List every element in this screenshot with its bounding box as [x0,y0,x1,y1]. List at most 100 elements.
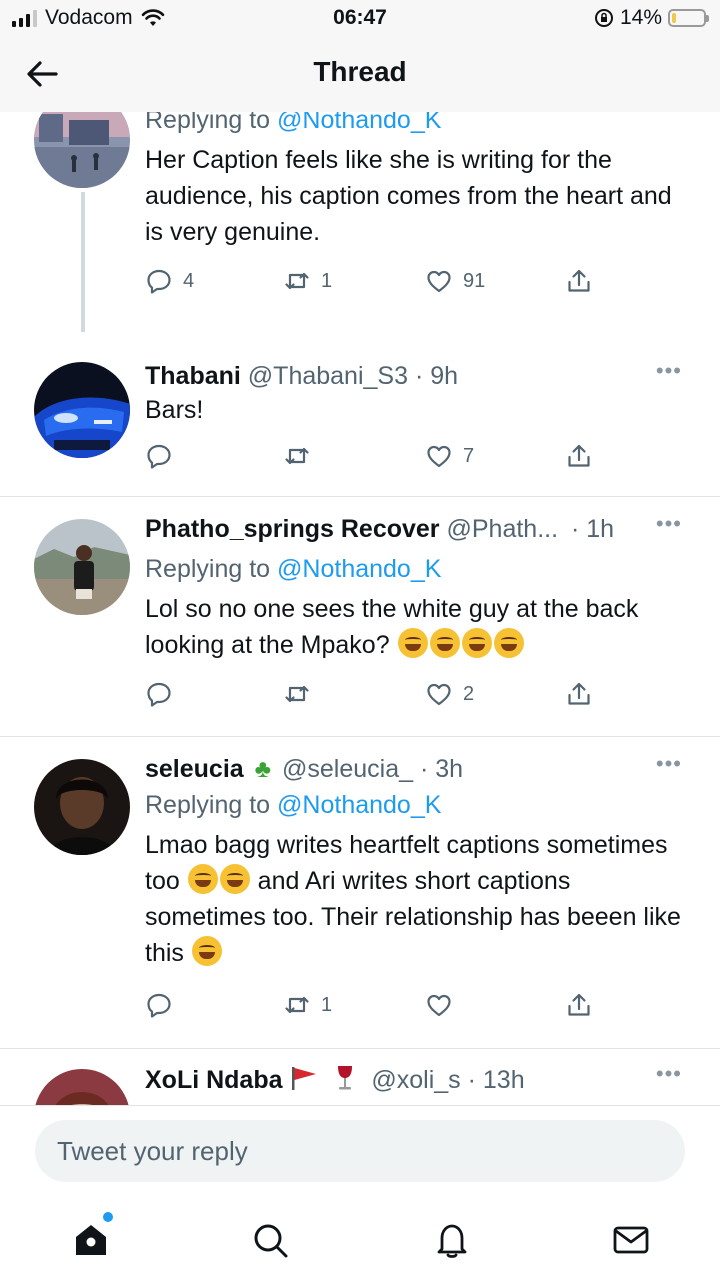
handle-time: @seleucia_ · 3h [282,755,464,783]
handle: @Phath... [446,515,559,543]
retweet-count: 1 [321,269,333,292]
like-count: 91 [463,269,486,292]
reply-bar [0,1105,720,1280]
share-button[interactable] [565,680,593,708]
like-button[interactable]: 91 [425,267,485,295]
retweet-count: 1 [321,993,333,1016]
display-name[interactable]: seleucia [145,755,244,783]
like-count: 7 [463,444,475,467]
retweet-button[interactable] [283,680,311,708]
notification-dot [103,1212,113,1222]
share-button[interactable] [565,267,593,295]
replying-to: Replying to @Nothando_K [145,112,682,138]
home-tab[interactable] [71,1212,113,1260]
reply-button[interactable] [145,680,173,708]
handle-time: @Thabani_S3 · 9h [247,362,459,390]
retweet-icon [285,996,309,1014]
more-options-button[interactable]: ••• [656,358,682,384]
battery-icon [668,9,709,27]
share-button[interactable] [565,442,593,470]
like-button[interactable]: 2 [425,680,474,708]
replying-to: Replying to @Nothando_K [145,791,442,819]
retweet-icon [285,447,309,465]
mention-link[interactable]: @Nothando_K [277,791,441,819]
tweet-text: Lmao bagg writes heartfelt captions some… [145,831,681,967]
reply-count: 4 [183,269,195,292]
retweet-button[interactable] [283,442,311,470]
tab-bar [0,1206,720,1276]
more-options-button[interactable]: ••• [656,1061,682,1087]
orientation-lock-icon [594,9,613,27]
heart-icon [427,994,451,1017]
display-name[interactable]: XoLi Ndaba [145,1066,283,1094]
avatar[interactable] [34,362,130,458]
tweet[interactable]: XoLi Ndaba @xoli_s · 13h ••• [0,1048,720,1105]
reply-icon [147,993,171,1018]
more-options-button[interactable]: ••• [656,751,682,777]
tweet-actions: 1 [145,991,595,1025]
tweet-actions: 2 [145,680,595,714]
tweet[interactable]: Replying to @Nothando_K Her Caption feel… [0,112,720,332]
wine-glass-emoji [338,1066,353,1090]
rofl-emoji [461,628,492,658]
mention-link[interactable]: @Nothando_K [277,555,441,583]
thread-header: Thread [0,36,720,112]
joy-emoji [187,864,218,894]
tweet[interactable]: seleucia ♣ @seleucia_ · 3h Replying to @… [0,736,720,1048]
share-icon [568,682,590,705]
reply-button[interactable] [145,991,173,1019]
reply-icon [147,682,171,707]
heart-icon [427,270,451,293]
retweet-icon [285,272,309,290]
reply-button[interactable] [145,442,173,470]
home-icon [76,1225,106,1255]
rofl-emoji [429,628,460,658]
share-button[interactable] [565,991,593,1019]
messages-tab[interactable] [611,1220,651,1260]
tweet-text: Her Caption feels like she is writing fo… [145,146,672,246]
more-options-button[interactable]: ••• [656,511,682,537]
like-count: 2 [463,682,475,705]
heart-icon [427,683,451,706]
shamrock-emoji: ♣ [254,755,272,783]
tweet-text: Lol so no one sees the white guy at the … [145,595,639,659]
like-button[interactable]: 7 [425,442,474,470]
search-tab[interactable] [250,1220,290,1260]
flag-emoji [292,1067,317,1090]
display-name[interactable]: Thabani [145,362,241,390]
mention-link[interactable]: @Nothando_K [277,112,441,134]
status-bar: Vodacom 06:47 14% [0,0,720,36]
heart-icon [427,445,451,468]
tweet[interactable]: Thabani @Thabani_S3 · 9h Bars! ••• 7 [0,350,720,496]
avatar[interactable] [34,1069,130,1105]
avatar[interactable] [34,519,130,615]
share-icon [568,444,590,467]
share-icon [568,269,590,292]
timestamp: · 1h [571,515,615,543]
bell-icon [437,1224,467,1258]
battery-percent: 14% [619,6,662,29]
replying-to: Replying to @Nothando_K [145,555,442,583]
retweet-button[interactable]: 1 [283,991,332,1019]
tweet-actions: 7 [145,442,595,476]
retweet-button[interactable]: 1 [283,267,332,295]
reply-icon [147,269,171,294]
retweet-icon [285,685,309,703]
joy-emoji [219,864,250,894]
avatar[interactable] [34,759,130,855]
rofl-emoji [397,628,428,658]
display-name[interactable]: Phatho_springs Recover [145,515,440,543]
reply-input[interactable] [35,1120,685,1182]
share-icon [568,993,590,1016]
notifications-tab[interactable] [432,1220,472,1260]
rofl-emoji [493,628,524,658]
search-icon [254,1224,288,1258]
like-button[interactable] [425,991,453,1019]
tweet-text: Bars! [145,396,204,424]
reply-button[interactable]: 4 [145,267,194,295]
page-title: Thread [313,56,407,87]
joy-emoji [191,936,222,966]
mail-icon [613,1226,649,1254]
reply-icon [147,444,171,469]
avatar[interactable] [34,112,130,188]
